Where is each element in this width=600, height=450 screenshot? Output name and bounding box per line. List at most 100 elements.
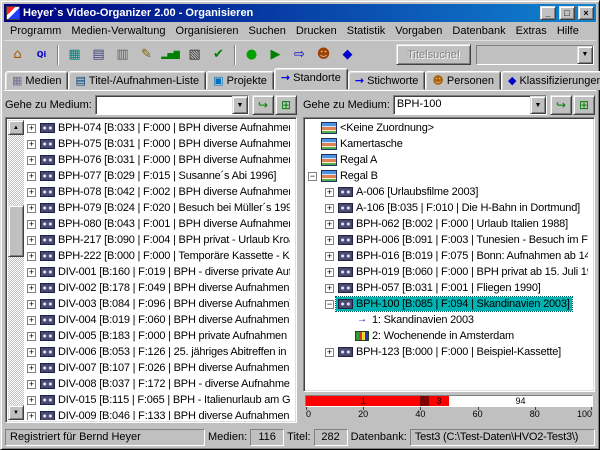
film-button[interactable]: ▧ <box>183 44 206 66</box>
location-tree-item[interactable]: +BPH-019 [B:060 | F:000 | BPH privat ab … <box>306 264 592 280</box>
expand-box[interactable]: + <box>27 284 36 293</box>
scrollbar-track[interactable] <box>8 135 24 405</box>
menu-programm[interactable]: Programm <box>5 23 66 39</box>
location-tree-item[interactable]: +BPH-123 [B:000 | F:000 | Beispiel-Kasse… <box>306 344 592 360</box>
location-tree-item[interactable]: 2: Wochenende in Amsterdam <box>306 328 592 344</box>
location-tree-item[interactable]: +BPH-062 [B:002 | F:000 | Urlaub Italien… <box>306 216 592 232</box>
expand-box[interactable]: + <box>27 204 36 213</box>
media-list-item[interactable]: +DIV-009 [B:046 | F:133 | BPH diverse Au… <box>25 408 294 420</box>
location-tree-item[interactable]: +A-006 [Urlaubsfilme 2003] <box>306 184 592 200</box>
media-list-item[interactable]: +DIV-002 [B:178 | F:049 | BPH diverse Au… <box>25 280 294 296</box>
exit-program-button[interactable]: ⌂ <box>6 44 29 66</box>
expand-box[interactable]: + <box>27 156 36 165</box>
media-list-item[interactable]: +BPH-080 [B:043 | F:001 | BPH diverse Au… <box>25 216 294 232</box>
goto-medium-combo-value[interactable] <box>96 96 232 114</box>
expand-box[interactable]: + <box>27 236 36 245</box>
check-button[interactable]: ✔ <box>207 44 230 66</box>
expand-box[interactable]: + <box>27 268 36 277</box>
expand-box[interactable]: + <box>27 124 36 133</box>
expand-box[interactable]: + <box>27 380 36 389</box>
expand-box[interactable]: + <box>325 188 334 197</box>
assign-title-button[interactable]: ▶ <box>264 44 287 66</box>
expand-box[interactable]: + <box>325 204 334 213</box>
menu-vorgaben[interactable]: Vorgaben <box>390 23 447 39</box>
tree-view-button[interactable]: ⊞ <box>573 95 595 115</box>
expand-box[interactable]: + <box>325 220 334 229</box>
jump-to-medium-button[interactable]: ↪ <box>550 95 572 115</box>
location-tree-item[interactable]: Kamertasche <box>306 136 592 152</box>
menu-suchen[interactable]: Suchen <box>244 23 291 39</box>
media-list-item[interactable]: +DIV-007 [B:107 | F:026 | BPH diverse Au… <box>25 360 294 376</box>
media-overview-button[interactable]: ▦ <box>63 44 86 66</box>
expand-box[interactable]: + <box>27 316 36 325</box>
media-list-item[interactable]: +DIV-001 [B:160 | F:019 | BPH - diverse … <box>25 264 294 280</box>
record-button[interactable]: ● <box>240 44 263 66</box>
location-tree-item[interactable]: Regal A <box>306 152 592 168</box>
expand-box[interactable]: + <box>325 284 334 293</box>
expand-box[interactable]: + <box>27 364 36 373</box>
location-tree-item[interactable]: −Regal B <box>306 168 592 184</box>
location-tree-item[interactable]: +BPH-057 [B:031 | F:001 | Fliegen 1990] <box>306 280 592 296</box>
expand-box[interactable]: + <box>325 252 334 261</box>
expand-box[interactable]: + <box>325 348 334 357</box>
expand-box[interactable]: + <box>27 140 36 149</box>
expand-box[interactable]: + <box>27 220 36 229</box>
edit-button[interactable]: ✎ <box>135 44 158 66</box>
tab-titel-aufnahmen-liste[interactable]: ▤Titel-/Aufnahmen-Liste <box>68 71 206 90</box>
new-medium-button[interactable]: ▤ <box>87 44 110 66</box>
scroll-down-button[interactable]: ▼ <box>8 405 24 420</box>
combo-dropdown-arrow[interactable]: ▼ <box>232 96 248 114</box>
classification-button[interactable]: ◆ <box>336 44 359 66</box>
location-tree-item[interactable]: →1: Skandinavien 2003 <box>306 312 592 328</box>
media-list-item[interactable]: +BPH-074 [B:033 | F:000 | BPH diverse Au… <box>25 120 294 136</box>
media-list-item[interactable]: +BPH-217 [B:090 | F:004 | BPH privat - U… <box>25 232 294 248</box>
statistics-button[interactable]: ▂▅▇ <box>159 44 182 66</box>
title-search-combo[interactable]: ▼ <box>476 45 594 65</box>
vertical-scrollbar[interactable]: ▲ ▼ <box>8 120 24 420</box>
location-tree-item[interactable]: +BPH-016 [B:019 | F:075 | Bonn: Aufnahme… <box>306 248 592 264</box>
location-tree-item[interactable]: +BPH-006 [B:091 | F:003 | Tunesien - Bes… <box>306 232 592 248</box>
quick-info-button[interactable]: Qi <box>30 44 53 66</box>
expand-box[interactable]: + <box>27 172 36 181</box>
media-list-item[interactable]: +DIV-005 [B:183 | F:000 | BPH private Au… <box>25 328 294 344</box>
goto-medium-combo[interactable]: ▼ <box>95 95 249 115</box>
print-button[interactable]: ▥ <box>111 44 134 66</box>
tab-personen[interactable]: ☻Personen <box>425 71 501 90</box>
maximize-button[interactable]: □ <box>559 6 575 20</box>
goto-medium-combo-value[interactable]: BPH-100 <box>394 96 530 114</box>
tab-projekte[interactable]: ▣Projekte <box>206 71 274 90</box>
media-list-item[interactable]: +DIV-004 [B:019 | F:060 | BPH diverse Au… <box>25 312 294 328</box>
expand-box[interactable]: + <box>27 396 36 405</box>
persons-button[interactable]: ☻ <box>312 44 335 66</box>
menu-organisieren[interactable]: Organisieren <box>171 23 244 39</box>
menu-statistik[interactable]: Statistik <box>342 23 391 39</box>
media-list-item[interactable]: +DIV-006 [B:053 | F:126 | 25. jähriges A… <box>25 344 294 360</box>
location-tree-item[interactable]: <Keine Zuordnung> <box>306 120 592 136</box>
location-tree-item[interactable]: −BPH-100 [B:085 | F:094 | Skandinavien 2… <box>306 296 592 312</box>
expand-box[interactable]: + <box>27 252 36 261</box>
combo-dropdown-arrow[interactable]: ▼ <box>577 46 593 64</box>
menu-extras[interactable]: Extras <box>511 23 552 39</box>
minimize-button[interactable]: _ <box>540 6 556 20</box>
close-button[interactable]: × <box>578 6 594 20</box>
media-list-item[interactable]: +BPH-075 [B:031 | F:000 | BPH diverse Au… <box>25 136 294 152</box>
tab-medien[interactable]: ▦Medien <box>5 71 68 90</box>
expand-box[interactable]: + <box>325 268 334 277</box>
jump-to-medium-button[interactable]: ↪ <box>252 95 274 115</box>
combo-dropdown-arrow[interactable]: ▼ <box>530 96 546 114</box>
expand-box[interactable]: − <box>308 172 317 181</box>
menu-drucken[interactable]: Drucken <box>291 23 342 39</box>
expand-box[interactable]: + <box>27 332 36 341</box>
tab-klassifizierungen[interactable]: ◆Klassifizierungen <box>501 71 600 90</box>
menu-medien-verwaltung[interactable]: Medien-Verwaltung <box>66 23 170 39</box>
expand-box[interactable]: + <box>325 236 334 245</box>
assign-medium-button[interactable]: ⇨ <box>288 44 311 66</box>
media-list-item[interactable]: +BPH-078 [B:042 | F:002 | BPH diverse Au… <box>25 184 294 200</box>
media-list-item[interactable]: +DIV-015 [B:115 | F:065 | BPH - Italienu… <box>25 392 294 408</box>
location-tree-item[interactable]: +A-106 [B:035 | F:010 | Die H-Bahn in Do… <box>306 200 592 216</box>
title-search-combo-value[interactable] <box>477 46 577 64</box>
scrollbar-thumb[interactable] <box>8 205 24 257</box>
titelsuche-button[interactable]: Titelsuche! <box>396 44 471 65</box>
tab-stichworte[interactable]: →Stichworte <box>348 71 426 90</box>
media-list-item[interactable]: +BPH-222 [B:000 | F:000 | Temporäre Kass… <box>25 248 294 264</box>
